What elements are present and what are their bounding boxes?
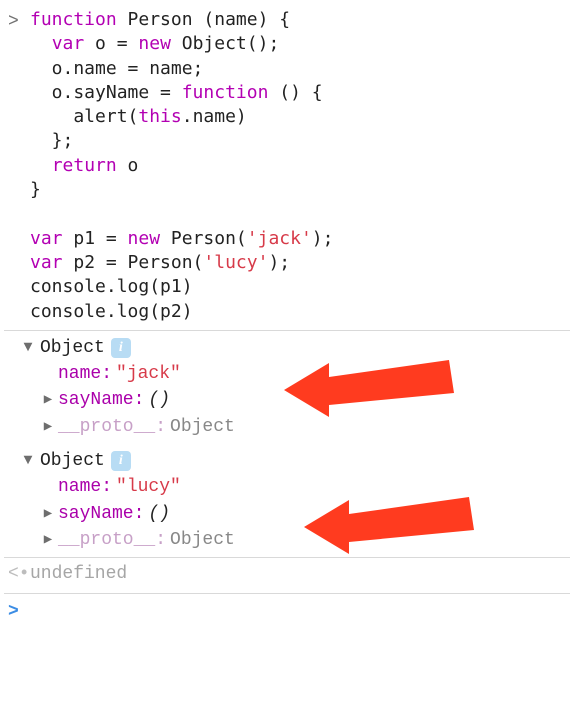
expand-toggle-icon[interactable] (42, 530, 54, 550)
object-property-row[interactable]: sayName: () (22, 501, 562, 527)
expand-toggle-icon[interactable] (42, 390, 54, 410)
expand-toggle-icon[interactable] (42, 504, 54, 524)
result-value: undefined (30, 562, 127, 586)
console-input-block[interactable]: > function Person (name) { var o = new O… (4, 8, 570, 330)
property-key: name: (58, 475, 112, 499)
result-caret-icon: <• (8, 562, 30, 586)
info-icon[interactable]: i (111, 451, 131, 471)
logged-object[interactable]: Object i name: "lucy" sayName: () __prot… (4, 444, 570, 557)
logged-object[interactable]: Object i name: "jack" sayName: () __prot… (4, 331, 570, 444)
property-value: () (148, 388, 170, 412)
property-key: name: (58, 362, 112, 386)
property-key: sayName: (58, 502, 144, 526)
property-value: () (148, 502, 170, 526)
expand-toggle-icon[interactable] (22, 338, 34, 358)
property-value: Object (170, 415, 235, 439)
property-value: "jack" (116, 362, 181, 386)
object-property-row[interactable]: sayName: () (22, 387, 562, 413)
object-type-label: Object (40, 449, 105, 473)
expand-toggle-icon[interactable] (42, 417, 54, 437)
object-property-row[interactable]: __proto__: Object (22, 527, 562, 553)
code-input[interactable]: function Person (name) { var o = new Obj… (30, 8, 333, 324)
property-key: sayName: (58, 388, 144, 412)
property-key: __proto__: (58, 415, 166, 439)
object-property-row[interactable]: name: "lucy" (22, 474, 562, 500)
property-key: __proto__: (58, 528, 166, 552)
property-value: Object (170, 528, 235, 552)
console-result-section: <• undefined (4, 557, 570, 593)
input-caret-icon: > (8, 8, 30, 34)
object-property-row[interactable]: __proto__: Object (22, 414, 562, 440)
object-type-label: Object (40, 336, 105, 360)
info-icon[interactable]: i (111, 338, 131, 358)
console-prompt-row[interactable]: > (4, 594, 570, 632)
devtools-console: > function Person (name) { var o = new O… (0, 0, 574, 644)
prompt-caret-icon: > (8, 600, 30, 624)
object-property-row[interactable]: name: "jack" (22, 361, 562, 387)
console-output-section: Object i name: "jack" sayName: () __prot… (4, 330, 570, 557)
object-header-row[interactable]: Object i (22, 335, 562, 361)
object-header-row[interactable]: Object i (22, 448, 562, 474)
expand-toggle-icon[interactable] (22, 451, 34, 471)
console-result-row[interactable]: <• undefined (4, 558, 570, 592)
property-value: "lucy" (116, 475, 181, 499)
